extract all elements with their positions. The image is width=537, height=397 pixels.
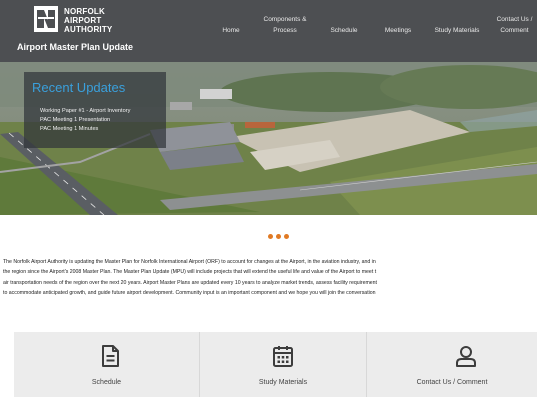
intro-line: the region since the Airport's 2008 Mast… <box>3 269 377 276</box>
carousel-dot[interactable] <box>284 234 289 239</box>
update-link-pac-minutes[interactable]: PAC Meeting 1 Minutes <box>40 126 98 132</box>
intro-line: air transportation needs of the region o… <box>3 279 377 286</box>
carousel-dot[interactable] <box>276 234 281 239</box>
nav-contact-label: Contact Us / <box>496 16 533 23</box>
user-icon <box>456 346 476 367</box>
quick-link-study-materials-label: Study Materials <box>258 379 308 386</box>
document-icon <box>102 345 119 367</box>
nav-components-process[interactable]: Components & Process <box>259 14 311 36</box>
intro-line: to accommodate anticipated growth, and g… <box>3 290 376 297</box>
intro-line: The Norfolk Airport Authority is updatin… <box>3 259 376 265</box>
nav-components-label: Components & <box>263 16 307 23</box>
brand-line: NORFOLK <box>64 7 105 16</box>
quick-link-schedule[interactable]: Schedule <box>14 332 199 397</box>
carousel-dot[interactable] <box>268 234 273 239</box>
nav-meetings-label: Meetings <box>384 27 412 34</box>
brand-line: AUTHORITY <box>64 25 113 34</box>
nav-study-materials[interactable]: Study Materials <box>429 25 485 36</box>
nav-schedule-label: Schedule <box>330 27 358 34</box>
update-link-pac-presentation[interactable]: PAC Meeting 1 Presentation <box>40 117 110 123</box>
norfolk-airport-logo-icon[interactable] <box>34 6 58 32</box>
quick-link-schedule-label: Schedule <box>91 379 122 386</box>
nav-home-label: Home <box>222 27 240 34</box>
intro-paragraph: The Norfolk Airport Authority is updatin… <box>3 257 537 299</box>
calendar-icon <box>273 346 293 367</box>
site-subtitle: Airport Master Plan Update <box>17 42 134 52</box>
quick-link-contact[interactable]: Contact Us / Comment <box>367 332 537 397</box>
nav-meetings[interactable]: Meetings <box>381 25 415 36</box>
quick-link-study-materials[interactable]: Study Materials <box>200 332 366 397</box>
carousel-dots <box>266 234 294 240</box>
brand-line: AIRPORT <box>64 16 102 25</box>
nav-home[interactable]: Home <box>219 25 243 36</box>
quick-link-contact-label: Contact Us / Comment <box>416 379 488 386</box>
recent-updates-title: Recent Updates <box>32 80 126 95</box>
brand-name[interactable]: NORFOLK AIRPORT AUTHORITY <box>64 7 112 34</box>
recent-updates-panel: Recent Updates Working Paper #1 - Airpor… <box>24 72 166 148</box>
quick-links-bar: Schedule Study Materials Contact Us / Co… <box>14 332 537 397</box>
site-header: NORFOLK AIRPORT AUTHORITY Airport Master… <box>0 0 537 62</box>
nav-schedule[interactable]: Schedule <box>327 25 361 36</box>
nav-study-materials-label: Study Materials <box>434 27 480 34</box>
nav-contact-comment[interactable]: Contact Us / Comment <box>492 14 537 36</box>
nav-comment-label: Comment <box>500 27 529 34</box>
update-link-working-paper[interactable]: Working Paper #1 - Airport Inventory <box>40 108 130 114</box>
nav-process-label: Process <box>273 27 297 34</box>
